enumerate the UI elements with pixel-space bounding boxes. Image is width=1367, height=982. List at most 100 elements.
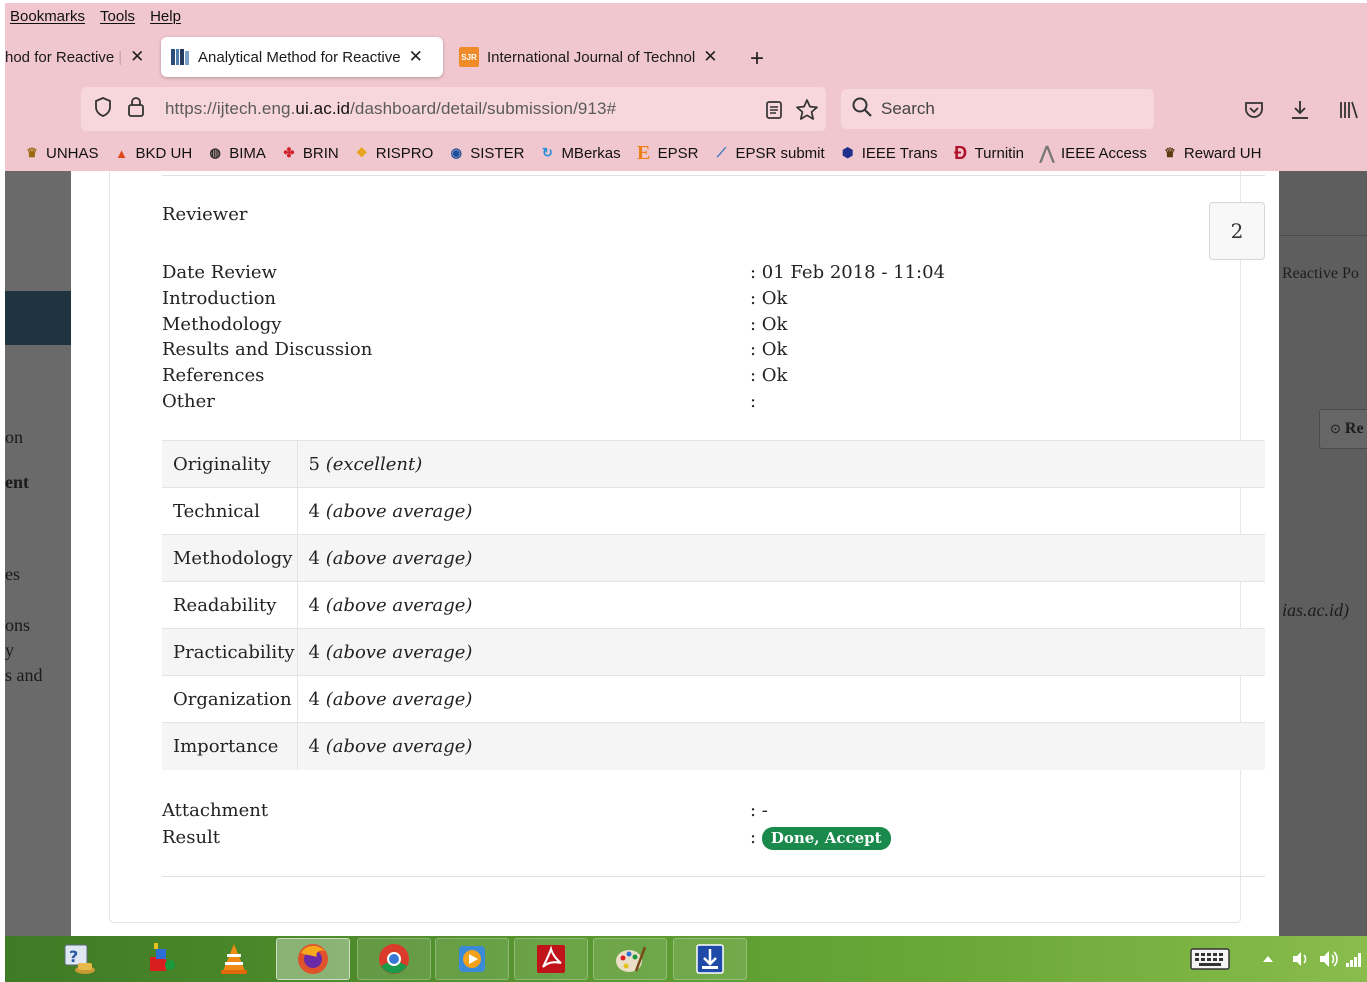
mberkas-icon: ↻ xyxy=(541,145,553,160)
navigation-row: https://ijtech.eng.ui.ac.id/dashboard/de… xyxy=(5,87,1367,131)
bookmark-epsr-submit[interactable]: ⟋ EPSR submit xyxy=(712,144,825,162)
score-description: (above average) xyxy=(325,594,473,616)
score-description: (excellent) xyxy=(325,453,423,475)
page-viewport: on ent es ons y s and Reactive Po ⊙ Re i… xyxy=(5,171,1367,936)
bookmark-bima[interactable]: ◍ BIMA xyxy=(206,144,266,162)
tab-partial[interactable]: hod for Reactive | ✕ xyxy=(5,37,147,77)
menu-help[interactable]: Help xyxy=(150,8,181,25)
close-icon[interactable]: ✕ xyxy=(703,47,717,67)
field-label-other: Other xyxy=(162,391,215,412)
close-icon[interactable]: ✕ xyxy=(409,47,423,67)
media-player-icon[interactable] xyxy=(435,938,509,980)
download-icon[interactable] xyxy=(1287,97,1313,123)
menu-tools[interactable]: Tools xyxy=(100,8,135,25)
result-value: : Done, Accept xyxy=(750,825,891,851)
address-bar[interactable]: https://ijtech.eng.ui.ac.id/dashboard/de… xyxy=(81,87,826,131)
reader-view-icon[interactable] xyxy=(761,97,787,123)
score-value: 4 xyxy=(308,547,320,569)
program-installer-icon[interactable] xyxy=(125,938,199,980)
criterion-cell: Practicability xyxy=(162,628,298,676)
search-box[interactable]: Search xyxy=(841,89,1154,129)
background-sidebar: on ent es ons y s and xyxy=(5,171,71,936)
divider xyxy=(162,876,1265,877)
bookmark-label: MBerkas xyxy=(561,144,621,162)
criterion-cell: Methodology xyxy=(162,534,298,582)
star-icon[interactable] xyxy=(794,97,820,123)
background-nav-block xyxy=(5,291,71,345)
vlc-icon[interactable] xyxy=(197,938,271,980)
network-icon[interactable] xyxy=(1341,938,1367,980)
help-support-icon[interactable]: ? xyxy=(42,938,116,980)
reviewer-heading: Reviewer xyxy=(162,204,248,225)
bookmark-ieee-trans[interactable]: ⬢ IEEE Trans xyxy=(839,144,938,162)
bookmark-epsr[interactable]: E EPSR xyxy=(635,141,699,164)
tab-title: hod for Reactive xyxy=(5,48,115,66)
background-divider xyxy=(1279,235,1367,236)
bookmark-turnitin[interactable]: Ɖ Turnitin xyxy=(952,143,1024,163)
bookmark-unhas[interactable]: ♛ UNHAS xyxy=(23,144,98,162)
background-text: Reactive Po xyxy=(1282,265,1359,282)
library-icon[interactable] xyxy=(1335,97,1361,123)
score-cell: 4 (above average) xyxy=(297,581,1265,629)
windows-taskbar: ? xyxy=(5,936,1367,982)
flame-icon: ▲ xyxy=(115,145,128,161)
review-card: Reviewer 2 Date Review : 01 Feb 2018 - 1… xyxy=(109,171,1265,923)
shield-icon[interactable] xyxy=(93,96,113,123)
pocket-icon[interactable] xyxy=(1241,97,1267,123)
bookmark-label: IEEE Trans xyxy=(861,144,938,162)
attachment-value: : - xyxy=(750,800,768,821)
result-label: Result xyxy=(162,827,221,848)
new-tab-icon[interactable]: + xyxy=(750,45,764,73)
tab-title: Analytical Method for Reactive xyxy=(198,48,401,66)
tab-active[interactable]: Analytical Method for Reactive ✕ xyxy=(161,37,443,77)
close-icon[interactable]: ✕ xyxy=(130,47,144,67)
reviewer-number-badge: 2 xyxy=(1209,202,1265,260)
table-row: Originality 5 (excellent) xyxy=(162,440,1265,488)
bookmark-rispro[interactable]: ❖ RISPRO xyxy=(353,144,433,162)
bookmark-label: EPSR xyxy=(657,144,699,162)
rispro-icon: ❖ xyxy=(355,145,368,160)
score-value: 5 xyxy=(308,453,320,475)
table-row: Practicability 4 (above average) xyxy=(162,628,1265,676)
bookmarks-toolbar: ♛ UNHAS ▲ BKD UH ◍ BIMA ✤ BRIN ❖ RISPRO ◉ SIST… xyxy=(5,139,1367,167)
score-description: (above average) xyxy=(325,688,473,710)
firefox-icon[interactable] xyxy=(276,938,350,980)
field-value-results-discussion: : Ok xyxy=(750,339,788,360)
keyboard-icon[interactable] xyxy=(1175,938,1245,980)
paint-icon[interactable] xyxy=(593,938,667,980)
bookmark-brin[interactable]: ✤ BRIN xyxy=(280,144,338,162)
bookmark-sister[interactable]: ◉ SISTER xyxy=(447,144,525,162)
score-cell: 5 (excellent) xyxy=(297,440,1265,488)
bookmark-label: SISTER xyxy=(470,144,525,162)
bookmark-bkd-uh[interactable]: ▲ BKD UH xyxy=(113,144,192,162)
bookmark-reward-uh[interactable]: ♛ Reward UH xyxy=(1161,144,1262,162)
download-manager-icon[interactable] xyxy=(673,938,747,980)
background-text: ias.ac.id) xyxy=(1282,600,1349,620)
result-prefix: : xyxy=(750,827,757,848)
access-icon: ⋀ xyxy=(1039,142,1055,163)
bookmark-label: IEEE Access xyxy=(1061,144,1147,162)
elsevier-icon: E xyxy=(636,141,651,164)
tab-title: International Journal of Technol xyxy=(487,48,696,66)
background-text: on xyxy=(5,427,23,447)
clock-icon: ⊙ xyxy=(1330,421,1341,436)
bookmark-ieee-access[interactable]: ⋀ IEEE Access xyxy=(1038,142,1147,163)
volume-icon[interactable] xyxy=(1315,938,1341,980)
speaker-icon[interactable] xyxy=(1287,938,1313,980)
chrome-icon[interactable] xyxy=(357,938,431,980)
adobe-reader-icon[interactable] xyxy=(514,938,588,980)
score-value: 4 xyxy=(308,735,320,757)
divider xyxy=(162,175,1265,176)
url-text[interactable]: https://ijtech.eng.ui.ac.id/dashboard/de… xyxy=(165,99,616,119)
tab-inactive[interactable]: SJR International Journal of Technol ✕ xyxy=(457,37,725,77)
bookmark-mberkas[interactable]: ↻ MBerkas xyxy=(538,144,621,162)
menu-bookmarks[interactable]: Bookmarks xyxy=(10,8,85,25)
bookmark-label: Reward UH xyxy=(1183,144,1262,162)
tray-arrow-icon[interactable] xyxy=(1255,938,1281,980)
background-text: Re xyxy=(1344,420,1364,437)
bookmark-label: BIMA xyxy=(229,144,266,162)
lock-icon[interactable] xyxy=(127,96,145,123)
field-label-introduction: Introduction xyxy=(162,288,276,309)
background-text: es xyxy=(5,564,20,584)
criterion-cell: Originality xyxy=(162,440,298,488)
